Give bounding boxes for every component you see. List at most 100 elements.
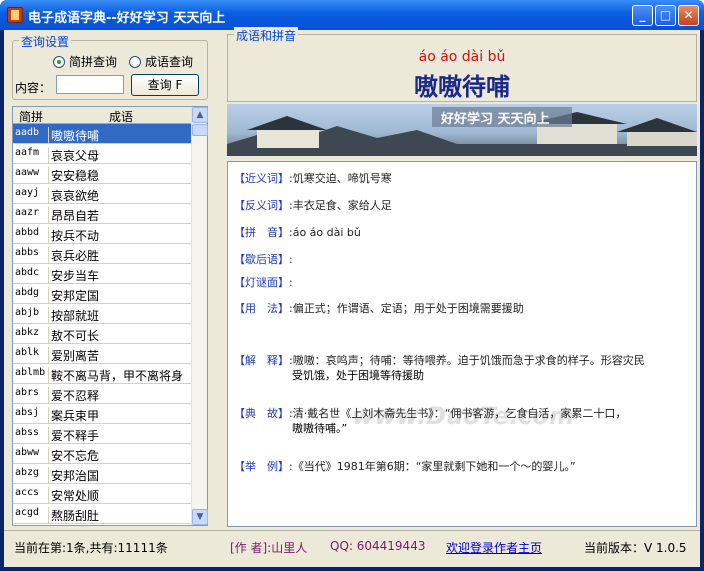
meaning-label: 【解 释】 bbox=[234, 354, 289, 367]
list-item[interactable]: acgd 熬肠刮肚 bbox=[13, 504, 207, 524]
list-item[interactable]: aaww 安安稳稳 bbox=[13, 164, 207, 184]
radio-selected-icon bbox=[53, 56, 65, 68]
list-item-abbr: abjb bbox=[15, 307, 49, 324]
list-item-idiom: 爱别离苦 bbox=[51, 349, 100, 363]
list-item-idiom: 爱不释手 bbox=[51, 429, 100, 443]
list-item-abbr: abdc bbox=[15, 267, 49, 284]
banner-text: 好好学习 天天向上 bbox=[441, 112, 550, 127]
list-item-abbr: accs bbox=[15, 487, 49, 504]
example-line: 【举 例】:《当代》1981年第6期：“家里就剩下她和一个～的婴儿。” bbox=[234, 458, 576, 474]
list-item-abbr: abbd bbox=[15, 227, 49, 244]
antonym-line: 【反义词】:丰衣足食、家给人足 bbox=[234, 197, 392, 213]
minimize-button[interactable]: _ bbox=[632, 5, 653, 26]
usage-label: 【用 法】 bbox=[234, 302, 289, 315]
list-item[interactable]: ablmb 鞍不离马背，甲不离将身 bbox=[13, 364, 207, 384]
scroll-down-icon[interactable]: ▼ bbox=[192, 509, 208, 525]
list-item[interactable]: abdg 安邦定国 bbox=[13, 284, 207, 304]
close-button[interactable]: ✕ bbox=[678, 5, 699, 26]
source-line: 【典 故】:清·戴名世《上刘木斋先生书》：“佣书客游，乞食自活，家累二十口， bbox=[234, 405, 626, 421]
list-item[interactable]: abbs 哀兵必胜 bbox=[13, 244, 207, 264]
list-item-abbr: ablmb bbox=[15, 367, 49, 384]
list-item-idiom: 安常处顺 bbox=[51, 489, 100, 503]
scroll-thumb[interactable] bbox=[192, 124, 208, 136]
usage-line: 【用 法】:偏正式；作谓语、定语；用于处于困境需要援助 bbox=[234, 300, 524, 316]
list-item-idiom: 昂昂自若 bbox=[51, 209, 100, 223]
window-title: 电子成语字典--好好学习 天天向上 bbox=[28, 11, 226, 26]
list-item[interactable]: abww 安不忘危 bbox=[13, 444, 207, 464]
list-header: 简拼 成语 bbox=[13, 107, 207, 124]
list-item[interactable]: aafm 哀哀父母 bbox=[13, 144, 207, 164]
list-item-idiom: 安不忘危 bbox=[51, 449, 100, 463]
antonym-label: 【反义词】 bbox=[234, 199, 289, 212]
usage-value: :偏正式；作谓语、定语；用于处于困境需要援助 bbox=[289, 302, 524, 315]
list-item-idiom: 按部就班 bbox=[51, 309, 100, 323]
list-item-idiom: 案兵束甲 bbox=[51, 409, 100, 423]
list-item[interactable]: aayj 哀哀欲绝 bbox=[13, 184, 207, 204]
detail-panel: www.DuoTe.com 【近义词】:饥寒交迫、啼饥号寒 【反义词】:丰衣足食… bbox=[227, 161, 697, 527]
list-item[interactable]: abjb 按部就班 bbox=[13, 304, 207, 324]
synonym-value: :饥寒交迫、啼饥号寒 bbox=[289, 172, 392, 185]
list-item-abbr: abdg bbox=[15, 287, 49, 304]
list-item[interactable]: aadb 嗷嗷待哺 bbox=[13, 124, 207, 144]
meaning-line-2: 受饥饿，处于困境等待援助 bbox=[292, 369, 424, 382]
title-bar[interactable]: 电子成语字典--好好学习 天天向上 _ □ ✕ bbox=[0, 0, 704, 30]
author-info: [作 者]:山里人 bbox=[230, 541, 308, 555]
synonym-line: 【近义词】:饥寒交迫、啼饥号寒 bbox=[234, 170, 392, 186]
list-item[interactable]: accs 安常处顺 bbox=[13, 484, 207, 504]
source-value: :清·戴名世《上刘木斋先生书》：“佣书客游，乞食自活，家累二十口， bbox=[289, 407, 627, 420]
qq-info: QQ: 604419443 bbox=[330, 539, 426, 553]
idiom-pinyin-label: 成语和拼音 bbox=[234, 27, 299, 44]
idiom-pinyin-group: 成语和拼音 áo áo dài bǔ 嗷嗷待哺 bbox=[227, 27, 697, 102]
list-item-idiom: 爱不忍释 bbox=[51, 389, 100, 403]
list-item-idiom: 安安稳稳 bbox=[51, 169, 100, 183]
list-item[interactable]: absj 案兵束甲 bbox=[13, 404, 207, 424]
author-homepage-link[interactable]: 欢迎登录作者主页 bbox=[446, 539, 542, 556]
pinyin-label: 【拼 音】 bbox=[234, 226, 289, 239]
record-position: 当前在第:1条,共有:11111条 bbox=[14, 541, 168, 555]
list-item-abbr: acgd bbox=[15, 507, 49, 524]
xiehouyu-line: 【歇后语】: bbox=[234, 251, 293, 267]
radio-idiom-label: 成语查询 bbox=[145, 55, 194, 69]
list-item[interactable]: ablk 爱别离苦 bbox=[13, 344, 207, 364]
status-bar: 当前在第:1条,共有:11111条 [作 者]:山里人 QQ: 60441944… bbox=[4, 530, 700, 567]
list-item[interactable]: abzg 安邦治国 bbox=[13, 464, 207, 484]
list-item-abbr: abss bbox=[15, 427, 49, 444]
riddle-line: 【灯谜面】: bbox=[234, 274, 293, 290]
vertical-scrollbar[interactable]: ▲ ▼ bbox=[191, 107, 208, 525]
col-header-abbr[interactable]: 简拼 bbox=[19, 108, 43, 125]
radio-pinyin-search[interactable]: 简拼查询 bbox=[53, 53, 117, 70]
list-item[interactable]: abrs 爱不忍释 bbox=[13, 384, 207, 404]
source-label: 【典 故】 bbox=[234, 407, 289, 420]
list-item[interactable]: abdc 安步当车 bbox=[13, 264, 207, 284]
search-settings-label: 查询设置 bbox=[19, 33, 72, 50]
source-line-2: 嗷嗷待哺。” bbox=[292, 422, 348, 435]
idiom-list: 简拼 成语 aadb 嗷嗷待哺 aafm 哀哀父母 aaww 安安稳稳 aayj 哀哀欲绝 aa… bbox=[12, 106, 208, 526]
scroll-up-icon[interactable]: ▲ bbox=[192, 107, 208, 123]
list-item[interactable]: abss 爱不释手 bbox=[13, 424, 207, 444]
content-label: 内容： bbox=[15, 81, 52, 95]
radio-pinyin-label: 简拼查询 bbox=[69, 55, 118, 69]
list-item[interactable]: abkz 敖不可长 bbox=[13, 324, 207, 344]
search-settings-group: 查询设置 简拼查询 成语查询 内容： 查询 F bbox=[12, 33, 208, 100]
query-button[interactable]: 查询 F bbox=[131, 74, 199, 96]
antonym-value: :丰衣足食、家给人足 bbox=[289, 199, 392, 212]
search-input[interactable] bbox=[56, 75, 124, 94]
list-item-idiom: 按兵不动 bbox=[51, 229, 100, 243]
list-item-idiom: 熬肠刮肚 bbox=[51, 509, 100, 523]
list-rows: aadb 嗷嗷待哺 aafm 哀哀父母 aaww 安安稳稳 aayj 哀哀欲绝 aazr 昂昂自若… bbox=[13, 124, 207, 524]
list-item[interactable]: aazr 昂昂自若 bbox=[13, 204, 207, 224]
col-header-idiom[interactable]: 成语 bbox=[109, 108, 133, 125]
version-info: 当前版本：V 1.0.5 bbox=[584, 541, 687, 555]
list-item-idiom: 哀哀父母 bbox=[51, 149, 100, 163]
list-item-idiom: 敖不可长 bbox=[51, 329, 100, 343]
maximize-button[interactable]: □ bbox=[655, 5, 676, 26]
app-window: 电子成语字典--好好学习 天天向上 _ □ ✕ 查询设置 简拼查询 成语查询 内… bbox=[0, 0, 704, 571]
list-item[interactable]: abbd 按兵不动 bbox=[13, 224, 207, 244]
list-item-abbr: abzg bbox=[15, 467, 49, 484]
list-item-abbr: abrs bbox=[15, 387, 49, 404]
list-item-abbr: abkz bbox=[15, 327, 49, 344]
radio-idiom-search[interactable]: 成语查询 bbox=[129, 53, 193, 70]
list-item-abbr: abww bbox=[15, 447, 49, 464]
list-item-idiom: 安邦治国 bbox=[51, 469, 100, 483]
list-item-idiom: 哀兵必胜 bbox=[51, 249, 100, 263]
